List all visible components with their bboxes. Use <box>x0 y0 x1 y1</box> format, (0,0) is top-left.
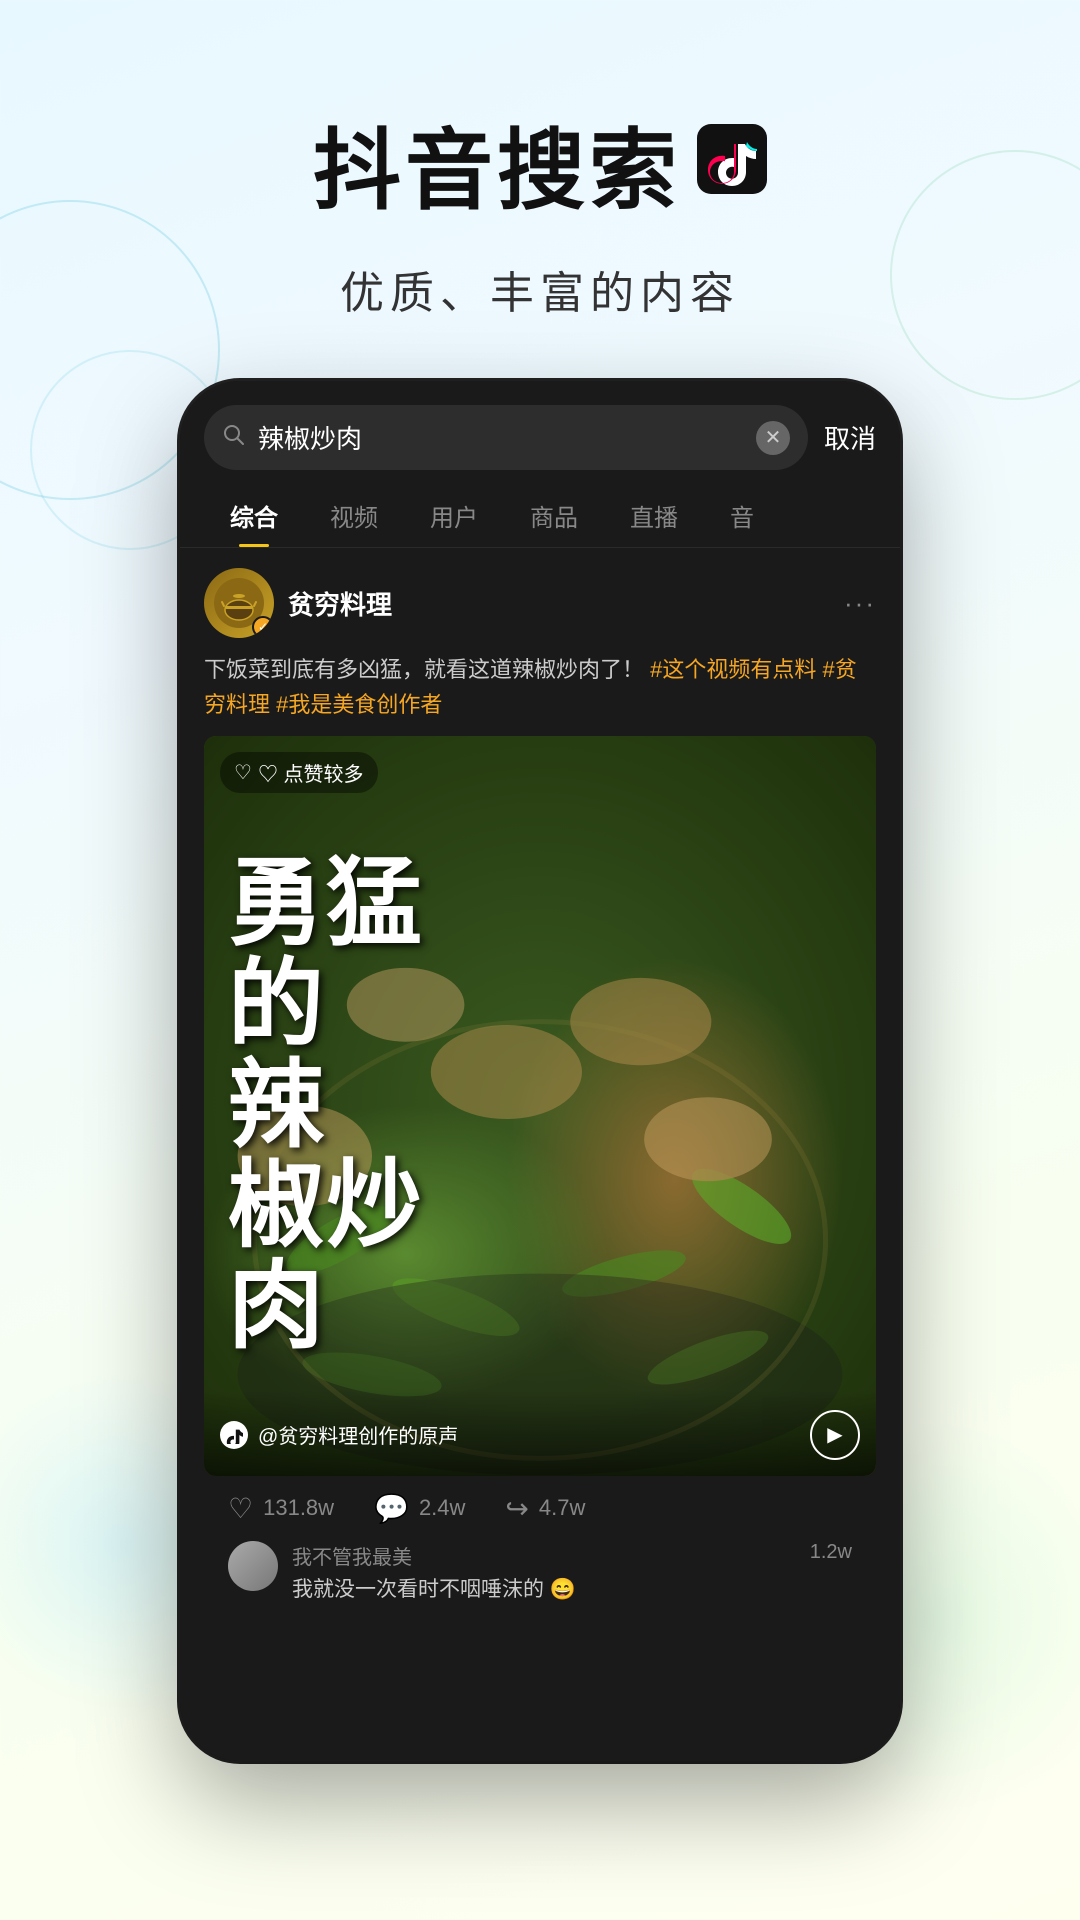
comments-count: 2.4w <box>419 1495 465 1521</box>
cancel-search-button[interactable]: 取消 <box>824 419 876 456</box>
header: 抖音搜索 优质、丰富的内容 <box>0 0 1080 381</box>
username: 贫穷料理 <box>288 585 392 622</box>
clear-search-button[interactable]: ✕ <box>756 421 790 455</box>
heart-icon: ♡ <box>228 1492 253 1525</box>
shares-count: 4.7w <box>539 1495 585 1521</box>
subtitle: 优质、丰富的内容 <box>0 257 1080 321</box>
sound-info: @贫穷料理创作的原声 <box>220 1420 458 1449</box>
likes-count: 131.8w <box>263 1495 334 1521</box>
video-text-overlay: 勇猛的辣椒炒肉 <box>204 736 876 1475</box>
comment-button[interactable]: 💬 2.4w <box>374 1492 465 1525</box>
tab-音[interactable]: 音 <box>704 486 780 547</box>
phone-container: 辣椒炒肉 ✕ 取消 综合 视频 用户 商品 <box>0 381 1080 1761</box>
comment-text: 我就没一次看时不咽唾沫的 😄 <box>292 1574 796 1606</box>
comment-count: 1.2w <box>810 1541 852 1564</box>
comment-avatar <box>228 1541 278 1591</box>
tab-直播[interactable]: 直播 <box>604 486 704 547</box>
post-description: 下饭菜到底有多凶猛，就看这道辣椒炒肉了！ #这个视频有点料 #贫穷料理 #我是美… <box>204 652 876 722</box>
heart-icon: ♡ <box>234 760 252 785</box>
phone-frame: 辣椒炒肉 ✕ 取消 综合 视频 用户 商品 <box>180 381 900 1761</box>
content-area: ✓ 贫穷料理 ··· 下饭菜到底有多凶猛，就看这道辣椒炒肉了！ #这个视频有点料… <box>180 548 900 1761</box>
verified-badge: ✓ <box>252 616 274 638</box>
likes-badge: ♡ ♡ 点赞较多 <box>220 752 378 793</box>
search-bar-container: 辣椒炒肉 ✕ 取消 <box>180 381 900 470</box>
page-title: 抖音搜索 <box>313 100 681 227</box>
video-content: 勇猛的辣椒炒肉 ♡ ♡ 点赞较多 <box>204 736 876 1475</box>
like-button[interactable]: ♡ 131.8w <box>228 1492 334 1525</box>
tab-视频[interactable]: 视频 <box>304 486 404 547</box>
comment-preview: 我不管我最美 我就没一次看时不咽唾沫的 😄 1.2w <box>204 1541 876 1622</box>
post-user[interactable]: ✓ 贫穷料理 <box>204 568 392 638</box>
avatar: ✓ <box>204 568 274 638</box>
post-card: ✓ 贫穷料理 ··· 下饭菜到底有多凶猛，就看这道辣椒炒肉了！ #这个视频有点料… <box>180 548 900 1637</box>
search-icon <box>222 423 246 453</box>
phone-screen: 辣椒炒肉 ✕ 取消 综合 视频 用户 商品 <box>180 381 900 1761</box>
more-options-button[interactable]: ··· <box>844 588 876 619</box>
tab-商品[interactable]: 商品 <box>504 486 604 547</box>
search-input-wrapper[interactable]: 辣椒炒肉 ✕ <box>204 405 808 470</box>
comment-username: 我不管我最美 <box>292 1541 796 1570</box>
sound-text: @贫穷料理创作的原声 <box>258 1420 458 1449</box>
sound-bar: @贫穷料理创作的原声 ▶ <box>204 1390 876 1476</box>
share-button[interactable]: ↪ 4.7w <box>505 1492 585 1525</box>
share-icon: ↪ <box>505 1492 528 1525</box>
comment-icon: 💬 <box>374 1492 409 1525</box>
sound-tiktok-icon <box>220 1421 248 1449</box>
interaction-bar: ♡ 131.8w 💬 2.4w ↪ 4.7w <box>204 1476 876 1541</box>
comment-content: 我不管我最美 我就没一次看时不咽唾沫的 😄 <box>292 1541 796 1606</box>
play-button[interactable]: ▶ <box>810 1410 860 1460</box>
video-overlay-text: 勇猛的辣椒炒肉 <box>228 854 424 1358</box>
title-row: 抖音搜索 <box>0 100 1080 227</box>
post-header: ✓ 贫穷料理 ··· <box>204 568 876 638</box>
search-query-text: 辣椒炒肉 <box>258 419 744 456</box>
tabs-row: 综合 视频 用户 商品 直播 音 <box>180 470 900 548</box>
tab-用户[interactable]: 用户 <box>404 486 504 547</box>
video-thumbnail[interactable]: 勇猛的辣椒炒肉 ♡ ♡ 点赞较多 <box>204 736 876 1475</box>
likes-badge-text: ♡ 点赞较多 <box>258 758 364 787</box>
tab-综合[interactable]: 综合 <box>204 486 304 547</box>
tiktok-logo-icon <box>697 124 767 194</box>
